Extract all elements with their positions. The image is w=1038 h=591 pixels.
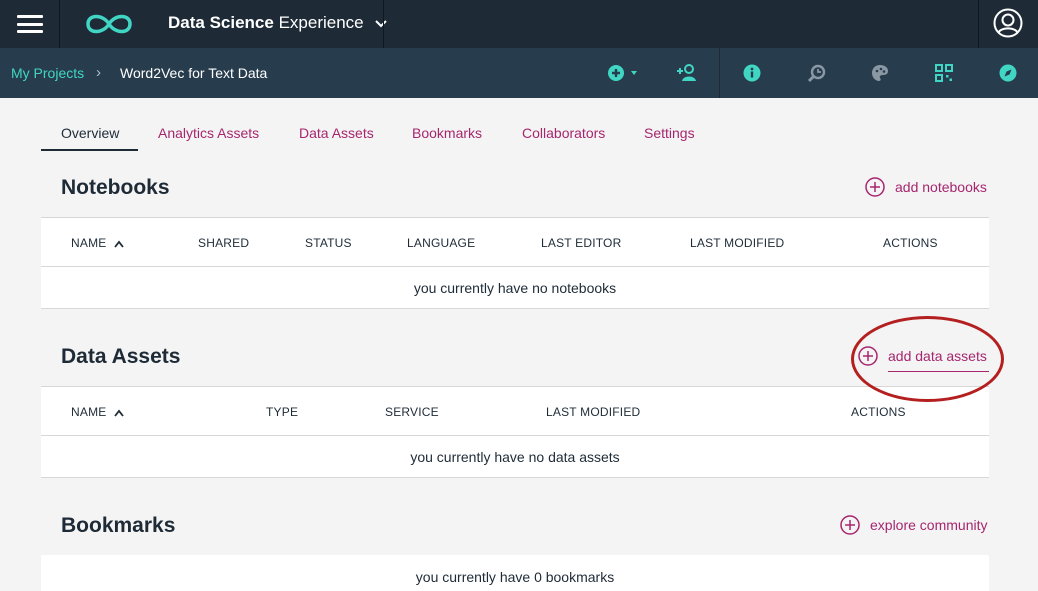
tab-settings[interactable]: Settings [644, 125, 695, 141]
active-tab-indicator [41, 149, 138, 151]
breadcrumb-my-projects[interactable]: My Projects [11, 65, 84, 81]
tab-bookmarks[interactable]: Bookmarks [412, 125, 482, 141]
notebooks-table: NAME SHARED STATUS LANGUAGE LAST EDITOR … [41, 217, 989, 309]
column-header-language[interactable]: LANGUAGE [407, 236, 475, 250]
column-header-type[interactable]: TYPE [266, 405, 298, 419]
compass-icon [999, 64, 1017, 82]
app-title-rest: Experience [273, 13, 364, 32]
sort-ascending-icon [114, 240, 125, 248]
column-label: NAME [71, 405, 107, 419]
app-title-bold: Data Science [168, 13, 274, 32]
add-icon [608, 65, 637, 81]
find-button[interactable] [806, 62, 828, 84]
annotation-highlight-circle [851, 316, 1004, 402]
sort-ascending-icon [114, 409, 125, 417]
add-notebooks-label: add notebooks [895, 179, 987, 195]
column-header-shared[interactable]: SHARED [198, 236, 249, 250]
qr-grid-button[interactable] [933, 62, 955, 84]
toolbar-divider [719, 48, 720, 98]
tab-collaborators[interactable]: Collaborators [522, 125, 605, 141]
column-header-actions: ACTIONS [851, 405, 906, 419]
add-circle-icon [840, 515, 860, 535]
project-tabs: Overview Analytics Assets Data Assets Bo… [41, 118, 989, 151]
qr-grid-icon [935, 64, 953, 82]
project-toolbar: My Projects › Word2Vec for Text Data [0, 48, 1038, 98]
palette-button[interactable] [869, 62, 891, 84]
top-navigation-bar: Data Science Experience [0, 0, 1038, 48]
add-collaborator-button[interactable] [676, 62, 698, 84]
notebooks-table-header: NAME SHARED STATUS LANGUAGE LAST EDITOR … [41, 218, 989, 267]
column-header-actions: ACTIONS [883, 236, 938, 250]
column-header-name[interactable]: NAME [71, 405, 125, 419]
info-icon [743, 64, 761, 82]
add-circle-icon [865, 177, 885, 197]
hamburger-menu-button[interactable] [0, 0, 60, 48]
breadcrumb-current-project: Word2Vec for Text Data [120, 65, 268, 81]
data-assets-table: NAME TYPE SERVICE LAST MODIFIED ACTIONS … [41, 386, 989, 478]
bookmarks-empty-message: you currently have 0 bookmarks [415, 569, 615, 585]
notebooks-empty-message: you currently have no notebooks [41, 267, 989, 309]
breadcrumb-separator: › [96, 64, 101, 81]
column-header-last-modified[interactable]: LAST MODIFIED [546, 405, 640, 419]
add-menu-button[interactable] [605, 62, 639, 84]
column-header-last-editor[interactable]: LAST EDITOR [541, 236, 621, 250]
column-header-status[interactable]: STATUS [305, 236, 352, 250]
info-button[interactable] [741, 62, 763, 84]
infinity-logo-icon [86, 14, 132, 34]
compass-button[interactable] [997, 62, 1019, 84]
data-assets-table-header: NAME TYPE SERVICE LAST MODIFIED ACTIONS [41, 387, 989, 436]
palette-icon [872, 65, 888, 81]
chevron-down-icon [374, 20, 387, 28]
column-header-name[interactable]: NAME [71, 236, 125, 250]
data-assets-heading: Data Assets [61, 345, 181, 368]
tab-overview[interactable]: Overview [61, 125, 119, 141]
data-assets-empty-message: you currently have no data assets [41, 436, 989, 478]
menu-icon [16, 15, 43, 33]
tab-analytics-assets[interactable]: Analytics Assets [158, 125, 259, 141]
bookmarks-heading: Bookmarks [61, 514, 176, 537]
explore-community-label: explore community [870, 517, 988, 533]
column-label: NAME [71, 236, 107, 250]
explore-community-link[interactable]: explore community [840, 515, 988, 535]
column-header-last-modified[interactable]: LAST MODIFIED [690, 236, 784, 250]
bookmarks-list: you currently have 0 bookmarks [41, 555, 989, 591]
user-avatar-icon[interactable] [993, 8, 1023, 38]
add-collaborator-icon [677, 64, 696, 81]
tab-data-assets[interactable]: Data Assets [299, 125, 374, 141]
topbar-divider [383, 0, 384, 48]
topbar-divider [978, 0, 979, 48]
notebooks-heading: Notebooks [61, 176, 170, 199]
add-notebooks-link[interactable]: add notebooks [865, 177, 987, 197]
app-switcher[interactable]: Data Science Experience [168, 13, 388, 33]
column-header-service[interactable]: SERVICE [385, 405, 439, 419]
find-replace-icon [807, 64, 826, 83]
